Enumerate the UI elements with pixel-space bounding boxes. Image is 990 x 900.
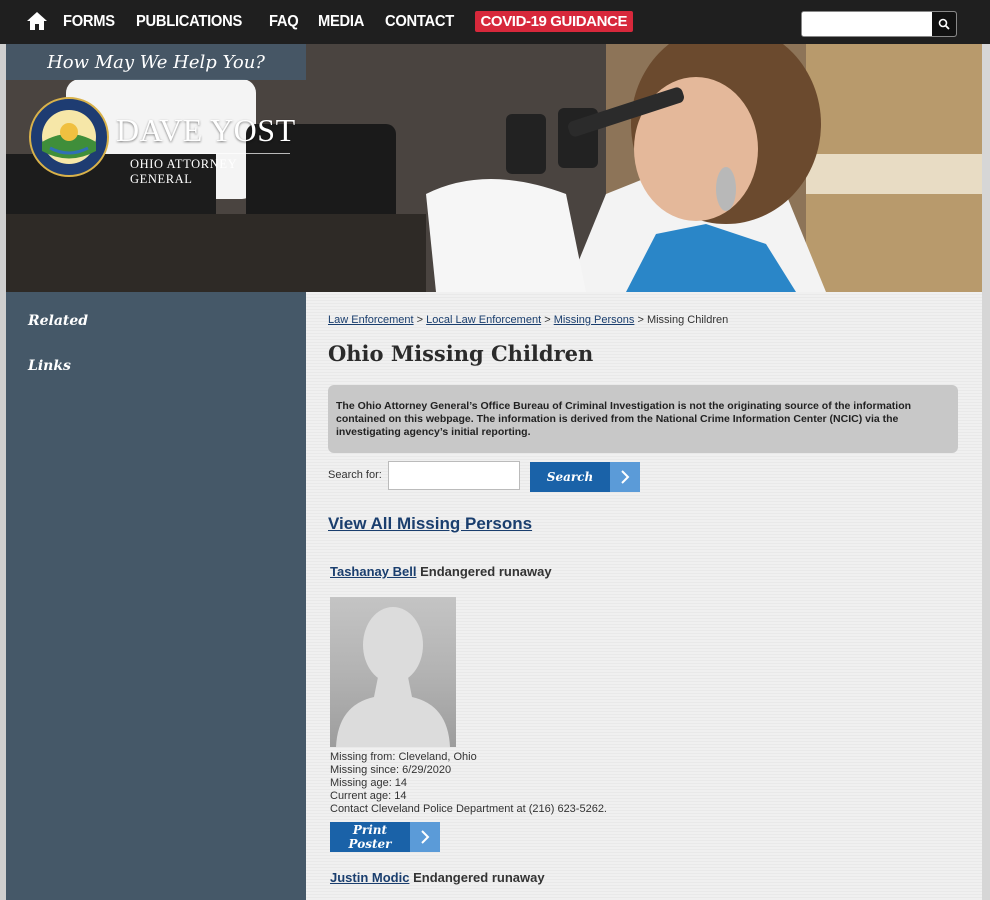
right-frame [982, 44, 990, 900]
print-poster-button[interactable]: Print Poster [330, 822, 440, 852]
home-icon[interactable] [26, 10, 48, 32]
person-details: Missing from: Cleveland, Ohio Missing si… [330, 751, 607, 816]
state-seal-logo[interactable] [28, 96, 110, 178]
top-nav: FORMS PUBLICATIONS FAQ MEDIA CONTACT COV… [0, 0, 990, 44]
site-search-input[interactable] [802, 12, 932, 36]
brand-subtitle: OHIO ATTORNEY GENERAL [130, 153, 290, 187]
breadcrumb-separator: > [416, 314, 424, 326]
search-button[interactable]: Search [530, 462, 640, 492]
breadcrumb-separator: > [637, 314, 644, 326]
print-poster-label: Print Poster [348, 823, 392, 851]
chevron-right-icon [610, 462, 640, 492]
person-name-link[interactable]: Tashanay Bell [330, 564, 416, 579]
site-search [801, 11, 957, 37]
missing-age: Missing age: 14 [330, 777, 408, 789]
missing-search-input[interactable] [388, 461, 520, 490]
nav-forms[interactable]: FORMS [63, 13, 115, 31]
view-all-missing-persons-link[interactable]: View All Missing Persons [328, 514, 532, 534]
breadcrumb-current: Missing Children [646, 314, 729, 326]
missing-from: Missing from: Cleveland, Ohio [330, 751, 477, 763]
nav-contact[interactable]: CONTACT [385, 13, 454, 31]
how-may-we-help[interactable]: How May We Help You? [6, 44, 306, 80]
chevron-right-icon [410, 822, 440, 852]
nav-links: FORMS PUBLICATIONS FAQ MEDIA CONTACT COV… [63, 11, 634, 32]
covid-guidance-link[interactable]: COVID-19 GUIDANCE [474, 11, 634, 32]
page-title: Ohio Missing Children [328, 341, 594, 366]
breadcrumb-missing-persons[interactable]: Missing Persons [554, 314, 635, 326]
nav-publications[interactable]: PUBLICATIONS [136, 13, 242, 31]
current-age: Current age: 14 [330, 790, 407, 802]
person-name-link[interactable]: Justin Modic [330, 870, 409, 885]
breadcrumb: Law Enforcement > Local Law Enforcement … [328, 314, 728, 326]
nav-faq[interactable]: FAQ [269, 13, 299, 31]
search-button-label: Search [546, 470, 594, 484]
breadcrumb-law-enforcement[interactable]: Law Enforcement [328, 314, 414, 326]
breadcrumb-separator: > [544, 314, 551, 326]
disclaimer-notice: The Ohio Attorney General’s Office Burea… [328, 385, 958, 453]
person-status: Endangered runaway [420, 564, 552, 579]
hero-banner: How May We Help You? DAVE YOST OHIO ATTO… [6, 44, 982, 292]
sidebar-heading-related: Related [28, 313, 89, 329]
breadcrumb-local-law-enforcement[interactable]: Local Law Enforcement [426, 314, 541, 326]
contact-info: Contact Cleveland Police Department at (… [330, 803, 607, 815]
brand-name: DAVE YOST [116, 112, 296, 148]
person-header: Tashanay Bell Endangered runaway [330, 564, 552, 579]
person-photo-placeholder[interactable] [330, 597, 456, 747]
missing-since: Missing since: 6/29/2020 [330, 764, 452, 776]
nav-media[interactable]: MEDIA [318, 13, 364, 31]
sidebar-heading-links: Links [28, 358, 71, 374]
brand[interactable]: DAVE YOST OHIO ATTORNEY GENERAL [116, 112, 296, 187]
silhouette-icon [336, 607, 450, 747]
person-status: Endangered runaway [413, 870, 545, 885]
search-for-label: Search for: [328, 469, 382, 481]
sidebar: Related Links [6, 292, 306, 900]
main-content: Law Enforcement > Local Law Enforcement … [306, 292, 982, 900]
person-header: Justin Modic Endangered runaway [330, 870, 545, 885]
search-icon[interactable] [932, 12, 956, 36]
